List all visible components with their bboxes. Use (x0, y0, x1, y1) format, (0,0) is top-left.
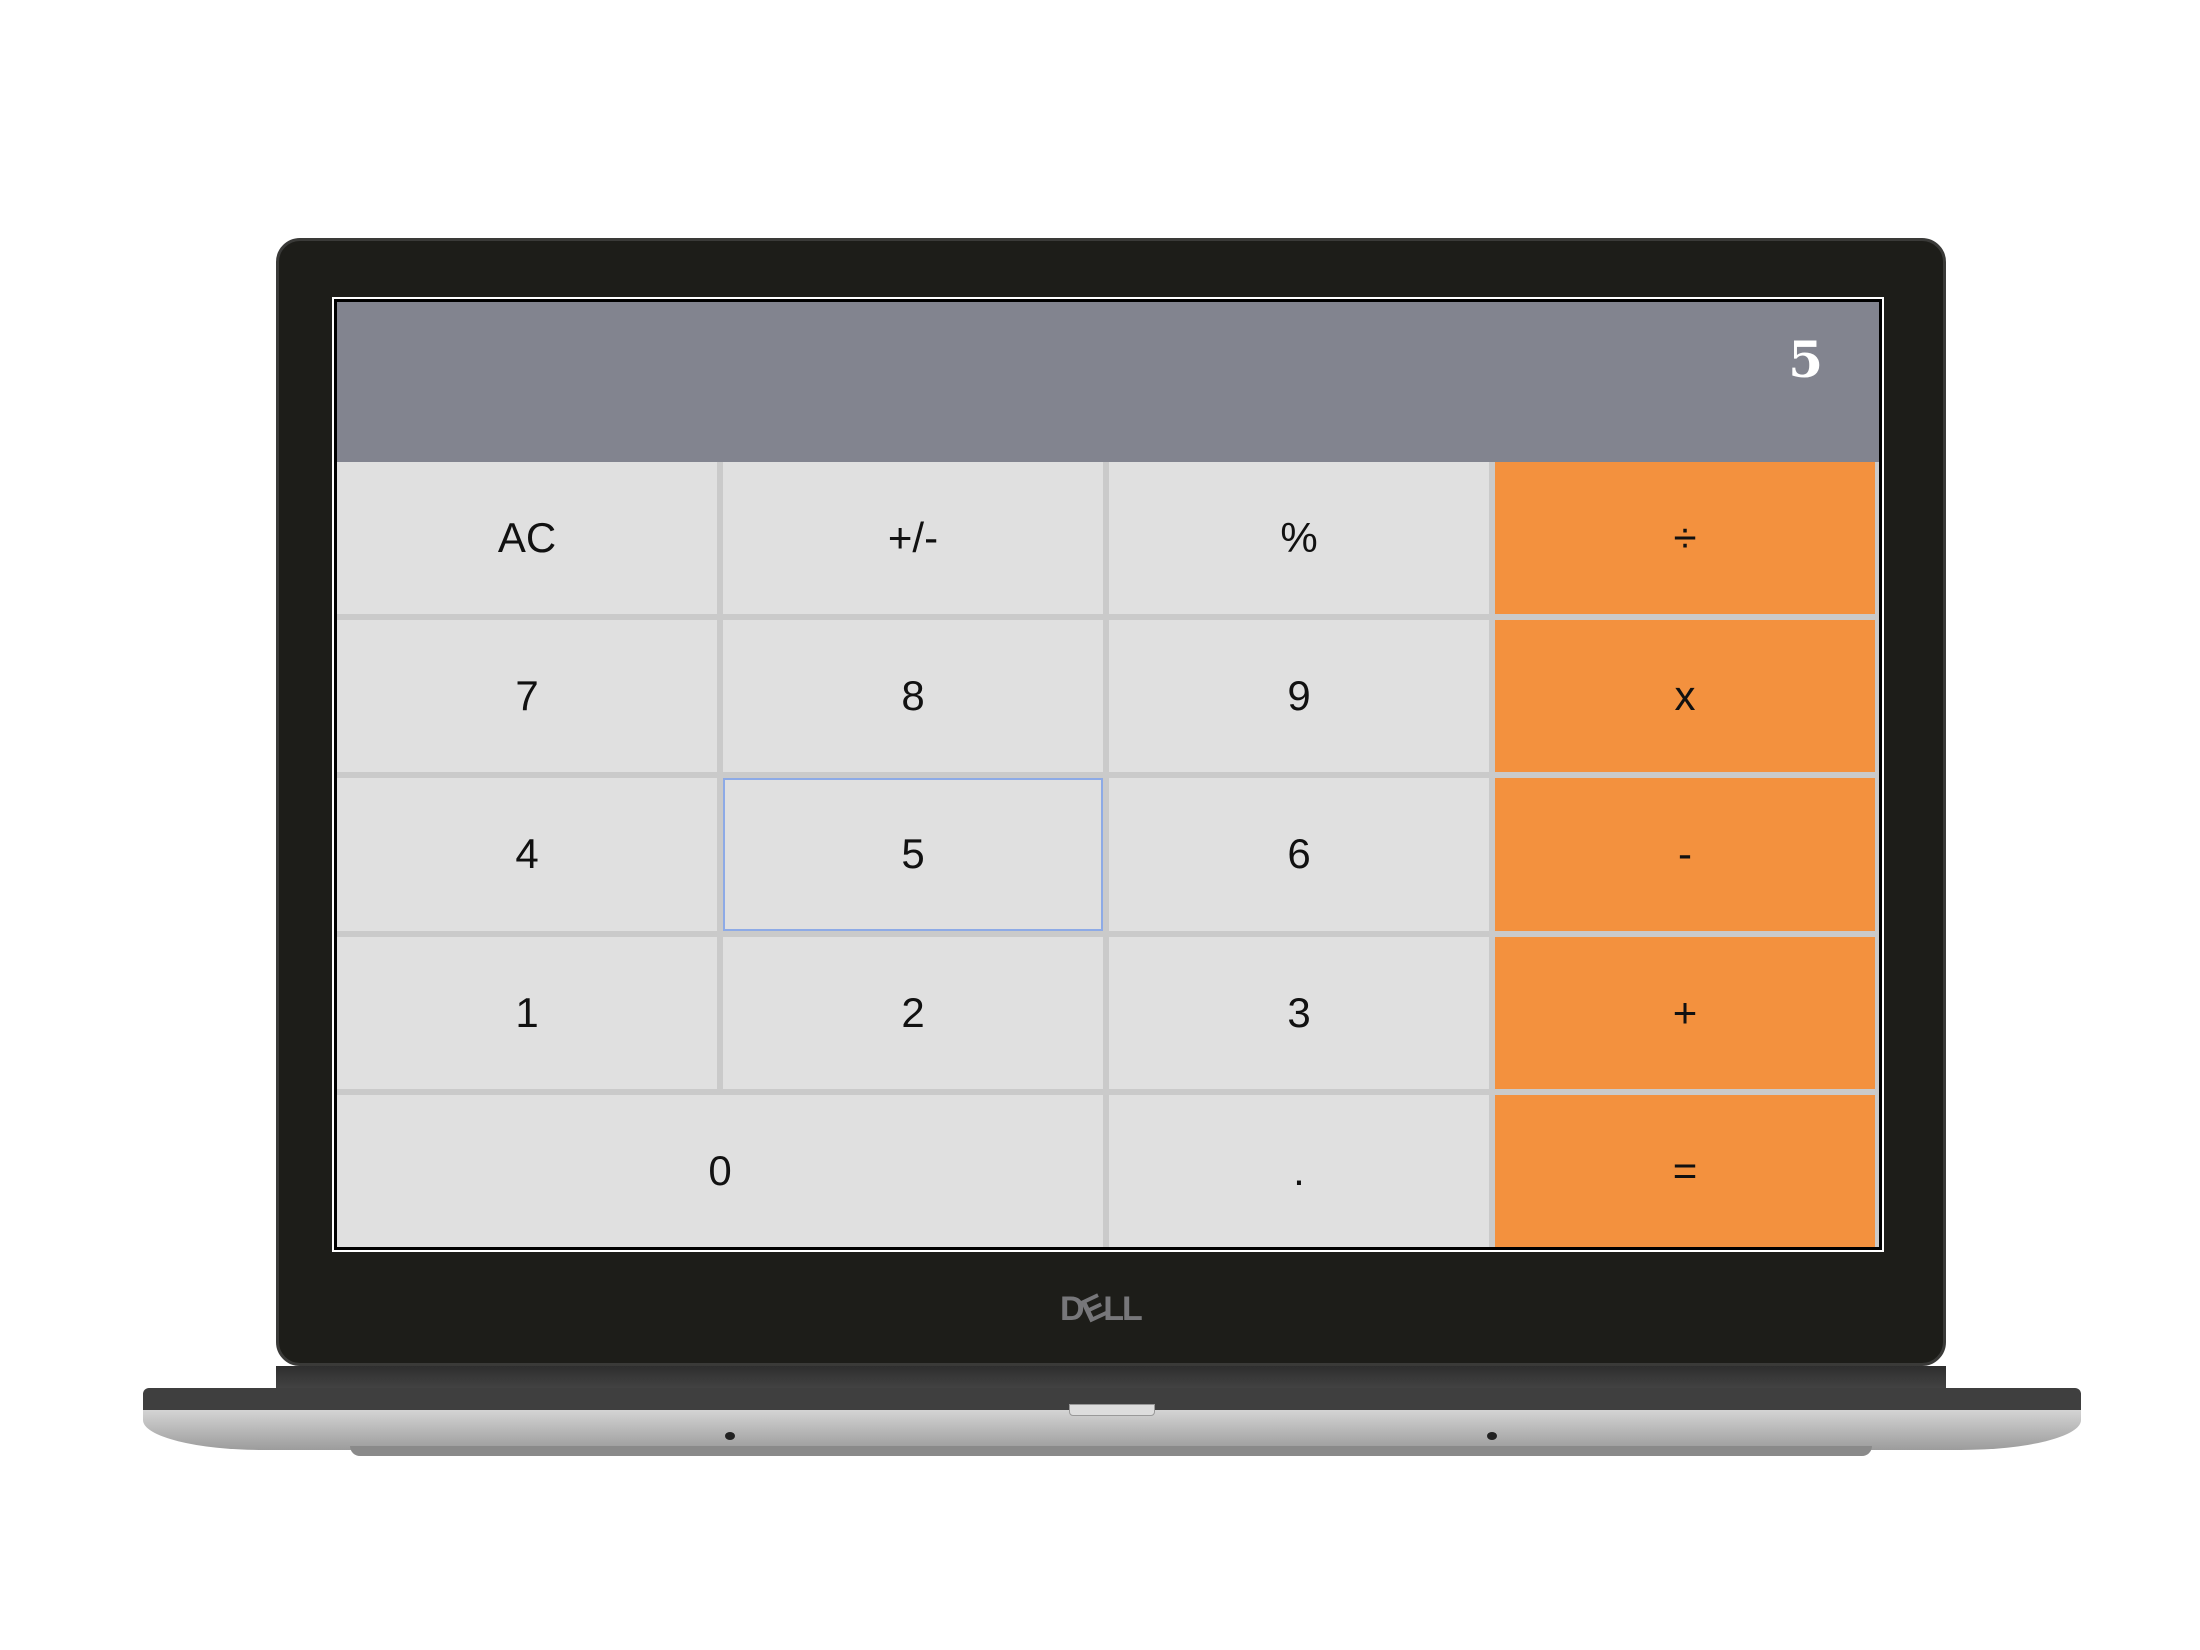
equals-button[interactable]: = (1495, 1094, 1875, 1247)
laptop-hinge (276, 1366, 1946, 1390)
add-button[interactable]: + (1495, 936, 1875, 1089)
dell-logo: DELL (1060, 1287, 1143, 1331)
digit-5-button[interactable]: 5 (723, 778, 1103, 931)
speaker-dot (725, 1432, 735, 1440)
multiply-button[interactable]: x (1495, 620, 1875, 773)
speaker-dot (1487, 1432, 1497, 1440)
laptop-base (143, 1410, 2081, 1450)
keypad: AC +/-% ÷ 7 8 9 x 4 5 6- 1 2 3 +0. = (337, 462, 1879, 1247)
digit-4-button[interactable]: 4 (337, 778, 717, 931)
digit-2-button[interactable]: 2 (723, 936, 1103, 1089)
digit-3-button[interactable]: 3 (1109, 936, 1489, 1089)
digit-6-button[interactable]: 6 (1109, 778, 1489, 931)
decimal-button[interactable]: . (1109, 1094, 1489, 1247)
calculator-display: 5 (337, 302, 1879, 462)
divide-button[interactable]: ÷ (1495, 462, 1875, 615)
clear-button[interactable]: AC (337, 462, 717, 615)
lid-notch (1069, 1404, 1155, 1416)
digit-0-button[interactable]: 0 (337, 1094, 1103, 1247)
laptop-foot (350, 1446, 1872, 1456)
digit-9-button[interactable]: 9 (1109, 620, 1489, 773)
display-value: 5 (1788, 330, 1823, 389)
subtract-button[interactable]: - (1495, 778, 1875, 931)
digit-8-button[interactable]: 8 (723, 620, 1103, 773)
calculator-app: 5 AC +/-% ÷ 7 8 9 x 4 5 6-1 2 3 +0. = (332, 297, 1884, 1252)
digit-7-button[interactable]: 7 (337, 620, 717, 773)
percent-button[interactable]: % (1109, 462, 1489, 615)
digit-1-button[interactable]: 1 (337, 936, 717, 1089)
toggle-sign-button[interactable]: +/- (723, 462, 1103, 615)
